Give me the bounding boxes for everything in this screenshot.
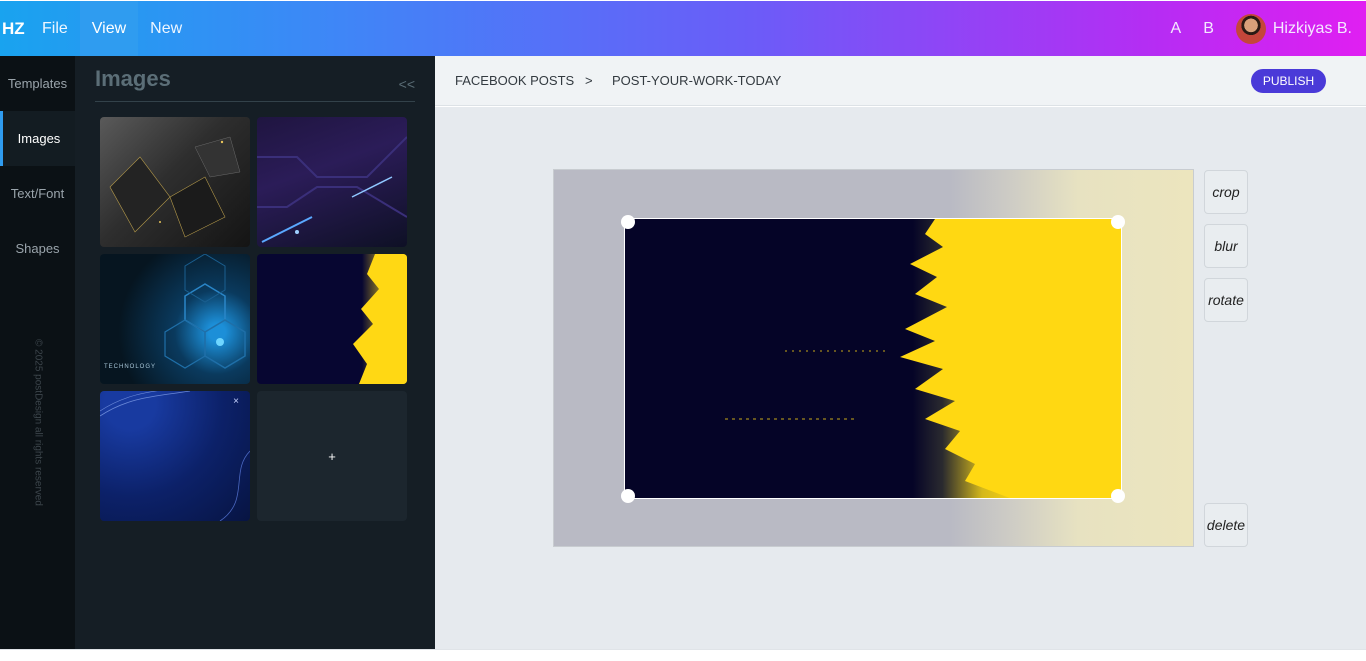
user-name[interactable]: Hizkiyas B. <box>1273 20 1352 38</box>
images-panel: Images << TECHNOLOGY × + <box>75 56 435 649</box>
app-logo: HZ <box>2 18 25 38</box>
rotate-button[interactable]: rotate <box>1204 278 1248 322</box>
rail-item-shapes[interactable]: Shapes <box>0 221 75 276</box>
rail-item-templates[interactable]: Templates <box>0 56 75 111</box>
purple-neon-image <box>257 136 407 243</box>
plus-icon: + <box>328 448 336 464</box>
image-thumb-navy-yellow-brush[interactable] <box>257 254 407 384</box>
left-rail: Templates Images Text/Font Shapes © 2025… <box>0 56 75 649</box>
navy-yellow-brush-image <box>725 219 1121 498</box>
breadcrumb-parent[interactable]: FACEBOOK POSTS <box>455 73 574 88</box>
resize-handle-top-right[interactable] <box>1111 215 1125 229</box>
rail-item-images[interactable]: Images <box>0 111 75 166</box>
copyright-text: © 2025 postDesign all rights reserved <box>32 339 44 506</box>
image-thumb-dark-polygon[interactable] <box>100 117 250 247</box>
avatar[interactable] <box>1235 13 1266 44</box>
delete-button[interactable]: delete <box>1204 503 1248 547</box>
resize-handle-top-left[interactable] <box>621 215 635 229</box>
selected-image[interactable] <box>624 218 1122 499</box>
publish-button[interactable]: PUBLISH <box>1251 69 1326 93</box>
panel-divider <box>95 101 415 102</box>
header-a-button[interactable]: A <box>1171 20 1182 38</box>
breadcrumb: FACEBOOK POSTS > POST-YOUR-WORK-TODAY PU… <box>435 56 1366 106</box>
breadcrumb-current: POST-YOUR-WORK-TODAY <box>612 73 782 88</box>
design-canvas[interactable] <box>553 169 1194 547</box>
blur-button[interactable]: blur <box>1204 224 1248 268</box>
thumb-caption: TECHNOLOGY <box>104 364 157 370</box>
bottom-strip <box>0 649 1366 661</box>
header-right: A B Hizkiyas B. <box>1171 1 1352 56</box>
resize-handle-bottom-left[interactable] <box>621 489 635 503</box>
rail-item-text-font[interactable]: Text/Font <box>0 166 75 221</box>
menu-view[interactable]: View <box>79 1 139 56</box>
add-image-button[interactable]: + <box>257 391 407 521</box>
menu-file[interactable]: File <box>30 1 80 56</box>
image-thumb-hexagon-technology[interactable]: TECHNOLOGY <box>100 254 250 384</box>
menu-new[interactable]: New <box>138 1 194 56</box>
top-bar: HZ File View New A B Hizkiyas B. <box>0 1 1366 56</box>
navy-yellow-brush-image <box>353 254 407 384</box>
header-b-button[interactable]: B <box>1203 20 1214 38</box>
resize-handle-bottom-right[interactable] <box>1111 489 1125 503</box>
dark-polygon-image <box>109 136 241 238</box>
work-area: crop blur rotate delete <box>435 107 1366 649</box>
image-thumb-blue-wave[interactable]: × <box>100 391 250 521</box>
close-icon[interactable]: × <box>233 396 239 407</box>
collapse-panel-button[interactable]: << <box>399 76 415 92</box>
blue-wave-image <box>100 391 250 521</box>
image-thumb-purple-neon[interactable] <box>257 117 407 247</box>
panel-title: Images <box>95 66 171 91</box>
crop-button[interactable]: crop <box>1204 170 1248 214</box>
breadcrumb-separator: > <box>585 73 593 88</box>
